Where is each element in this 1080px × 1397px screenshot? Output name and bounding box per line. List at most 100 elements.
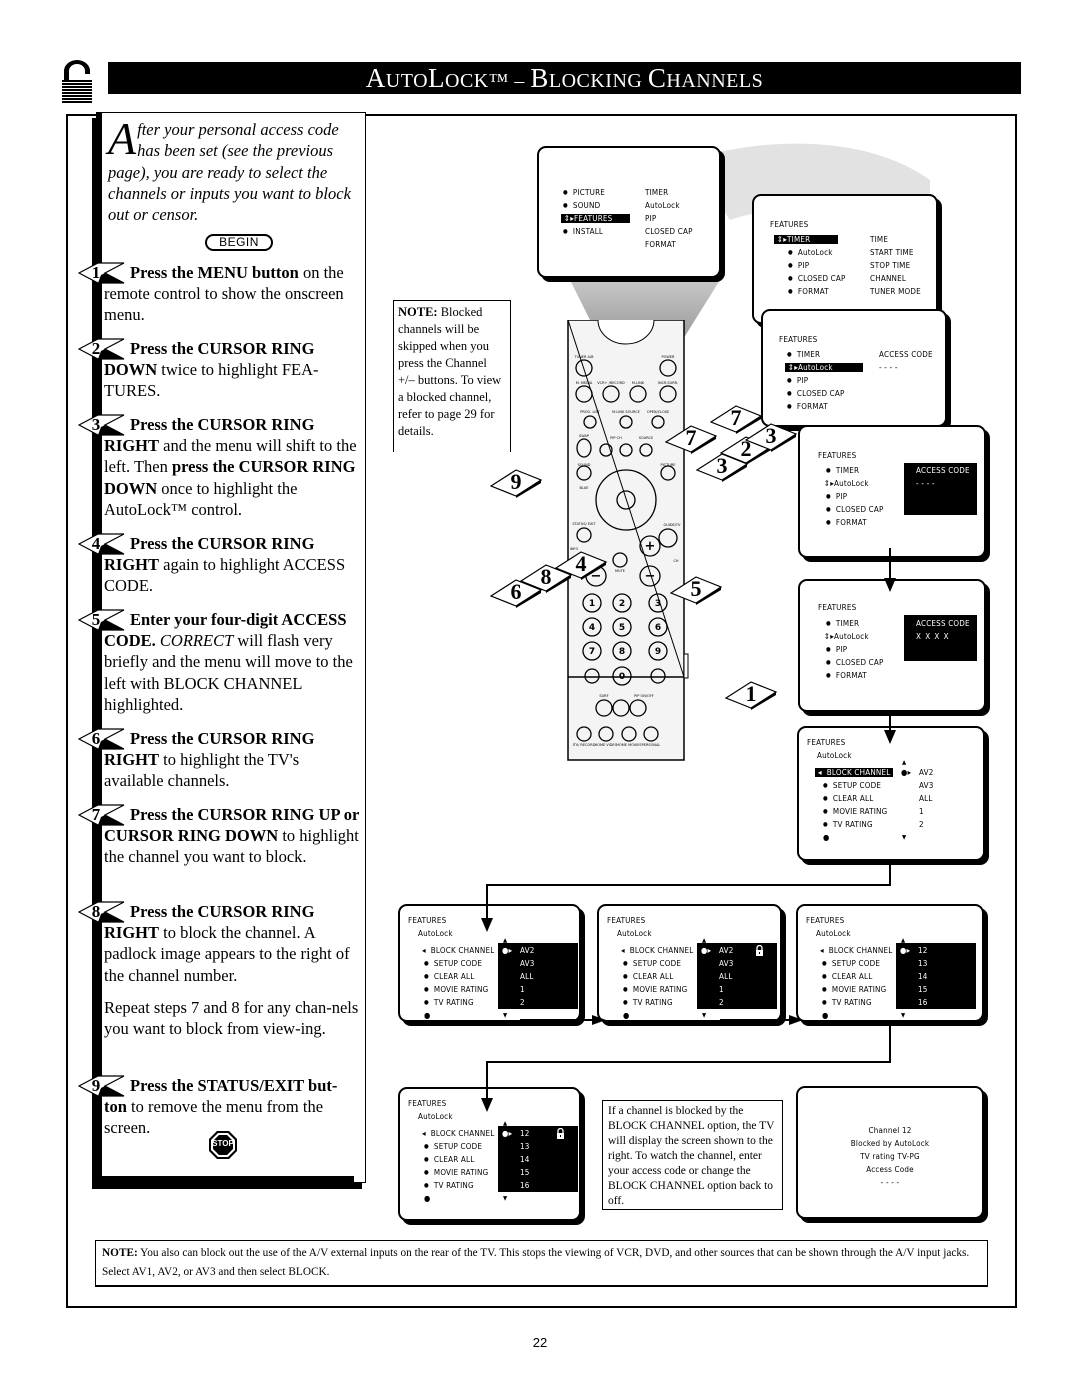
menu-item[interactable]: PIP xyxy=(826,645,847,654)
menu-item[interactable]: CLEAR ALL xyxy=(424,972,474,981)
menu-title: FEATURES xyxy=(818,451,857,460)
menu-item[interactable]: MOVIE RATING xyxy=(623,985,687,994)
selector-arrow-icon: ●▸ xyxy=(701,946,712,955)
channel-value[interactable]: ALL xyxy=(520,970,534,983)
channel-value[interactable]: 2 xyxy=(719,996,724,1009)
channel-value[interactable]: AV3 xyxy=(520,957,535,970)
menu-item[interactable]: PIP xyxy=(788,261,809,270)
menu-item[interactable]: CLEAR ALL xyxy=(623,972,673,981)
svg-text:SOUND: SOUND xyxy=(578,463,591,467)
scroll-down-icon[interactable]: ▼ xyxy=(503,1192,507,1205)
menu-item-autolock[interactable]: ⇕▸AutoLock xyxy=(824,630,869,643)
menu-item-block-channel[interactable]: ◂ BLOCK CHANNEL xyxy=(422,944,494,957)
channel-value[interactable]: 14 xyxy=(918,970,928,983)
bullet: ● xyxy=(424,1011,431,1020)
channel-value[interactable]: 1 xyxy=(719,983,724,996)
channel-value[interactable]: 1 xyxy=(919,805,924,818)
menu-item[interactable]: MOVIE RATING xyxy=(823,807,887,816)
menu-item[interactable]: TIMER xyxy=(826,619,859,628)
menu-item[interactable]: FORMAT xyxy=(826,518,867,527)
channel-value[interactable]: AV3 xyxy=(719,957,734,970)
menu-item[interactable]: TV RATING xyxy=(822,998,872,1007)
channel-value[interactable]: AV2 xyxy=(719,944,734,957)
menu-item[interactable]: TV RATING xyxy=(424,998,474,1007)
svg-text:BLUE: BLUE xyxy=(580,486,589,490)
svg-text:PERSONAL: PERSONAL xyxy=(642,743,661,747)
menu-item[interactable]: SETUP CODE xyxy=(424,959,482,968)
channel-value[interactable]: AV3 xyxy=(919,779,934,792)
features-menu-code-entered: FEATURES TIMER ⇕▸AutoLock PIP CLOSED CAP… xyxy=(798,579,986,712)
menu-item-autolock[interactable]: ⇕▸AutoLock xyxy=(824,477,869,490)
bullet: ● xyxy=(424,1194,431,1203)
svg-text:POWER: POWER xyxy=(662,355,676,359)
menu-item[interactable]: TV RATING xyxy=(623,998,673,1007)
scroll-down-icon[interactable]: ▼ xyxy=(902,831,906,844)
bullet: ● xyxy=(623,1011,630,1020)
scroll-down-icon[interactable]: ▼ xyxy=(702,1009,706,1022)
page-title: AUTOLOCK™ – BLOCKING CHANNELS xyxy=(108,62,1021,94)
channel-value[interactable]: 13 xyxy=(520,1140,530,1153)
access-code-label: ACCESS CODE xyxy=(879,350,933,359)
menu-item[interactable]: SETUP CODE xyxy=(424,1142,482,1151)
scroll-down-icon[interactable]: ▼ xyxy=(503,1009,507,1022)
scroll-down-icon[interactable]: ▼ xyxy=(901,1009,905,1022)
menu-item-block-channel-selected[interactable]: ◂ BLOCK CHANNEL xyxy=(815,768,894,777)
menu-item[interactable]: CLOSED CAP xyxy=(826,658,884,667)
menu-item[interactable]: CLEAR ALL xyxy=(424,1155,474,1164)
svg-text:9: 9 xyxy=(655,647,661,657)
channel-value[interactable]: 15 xyxy=(520,1166,530,1179)
step-text: Press the CURSOR RING UP or CURSOR RING … xyxy=(104,805,360,867)
menu-item[interactable]: SETUP CODE xyxy=(623,959,681,968)
menu-item[interactable]: MOVIE RATING xyxy=(822,985,886,994)
channel-value[interactable]: 2 xyxy=(520,996,525,1009)
padlock-icon xyxy=(756,945,763,956)
channel-value[interactable]: 12 xyxy=(918,944,928,957)
channel-value[interactable]: 2 xyxy=(919,818,924,831)
svg-text:HOME VIDEO: HOME VIDEO xyxy=(595,743,618,747)
autolock-menu-screen: FEATURESAutoLock▲◂ BLOCK CHANNEL●▸12SETU… xyxy=(398,1087,581,1221)
menu-item[interactable]: PIP xyxy=(826,492,847,501)
menu-item-timer-selected[interactable]: ⇕▸TIMER xyxy=(774,235,839,244)
channel-value[interactable]: AV2 xyxy=(520,944,535,957)
menu-item[interactable]: MOVIE RATING xyxy=(424,985,488,994)
access-code-field[interactable]: X X X X xyxy=(916,630,950,643)
channel-value[interactable]: 12 xyxy=(520,1127,530,1140)
channel-value[interactable]: ALL xyxy=(719,970,733,983)
menu-item-install[interactable]: INSTALL xyxy=(563,227,603,236)
menu-item[interactable]: SETUP CODE xyxy=(823,781,881,790)
channel-value[interactable]: 13 xyxy=(918,957,928,970)
menu-item[interactable]: TV RATING xyxy=(424,1181,474,1190)
menu-item[interactable]: AutoLock xyxy=(788,248,833,257)
menu-item[interactable]: TIMER xyxy=(826,466,859,475)
menu-item-features-selected[interactable]: ⇕▸FEATURES xyxy=(561,214,631,223)
access-code-field[interactable]: - - - - xyxy=(916,477,935,490)
menu-item-sound[interactable]: SOUND xyxy=(563,201,600,210)
menu-item[interactable]: CLEAR ALL xyxy=(822,972,872,981)
svg-text:7: 7 xyxy=(589,647,595,657)
menu-item-block-channel[interactable]: ◂ BLOCK CHANNEL xyxy=(422,1127,494,1140)
menu-item[interactable]: CLEAR ALL xyxy=(823,794,873,803)
menu-item-picture[interactable]: PICTURE xyxy=(563,188,605,197)
menu-item[interactable]: FORMAT xyxy=(788,287,829,296)
channel-value[interactable]: 16 xyxy=(918,996,928,1009)
menu-item-block-channel[interactable]: ◂ BLOCK CHANNEL xyxy=(621,944,693,957)
menu-item[interactable]: CLOSED CAP xyxy=(788,274,846,283)
menu-item[interactable]: MOVIE RATING xyxy=(424,1168,488,1177)
channel-value[interactable]: AV2 xyxy=(919,766,934,779)
menu-item-block-channel[interactable]: ◂ BLOCK CHANNEL xyxy=(820,944,892,957)
channel-value[interactable]: 1 xyxy=(520,983,525,996)
svg-text:4: 4 xyxy=(589,623,595,633)
menu-item[interactable]: TV RATING xyxy=(823,820,873,829)
channel-value[interactable]: 14 xyxy=(520,1153,530,1166)
channel-value[interactable]: ALL xyxy=(919,792,933,805)
menu-title: FEATURES xyxy=(408,916,447,925)
step-text: Enter your four-digit ACCESS CODE. CORRE… xyxy=(104,610,353,714)
menu-item[interactable]: SETUP CODE xyxy=(822,959,880,968)
channel-value[interactable]: 16 xyxy=(520,1179,530,1192)
menu-item[interactable]: FORMAT xyxy=(826,671,867,680)
svg-text:SOURCE: SOURCE xyxy=(639,436,653,440)
channel-value[interactable]: 15 xyxy=(918,983,928,996)
menu-item[interactable]: CLOSED CAP xyxy=(826,505,884,514)
bottom-note: NOTE: You also can block out the use of … xyxy=(95,1240,988,1287)
svg-text:HOME MOVIES: HOME MOVIES xyxy=(616,743,642,747)
